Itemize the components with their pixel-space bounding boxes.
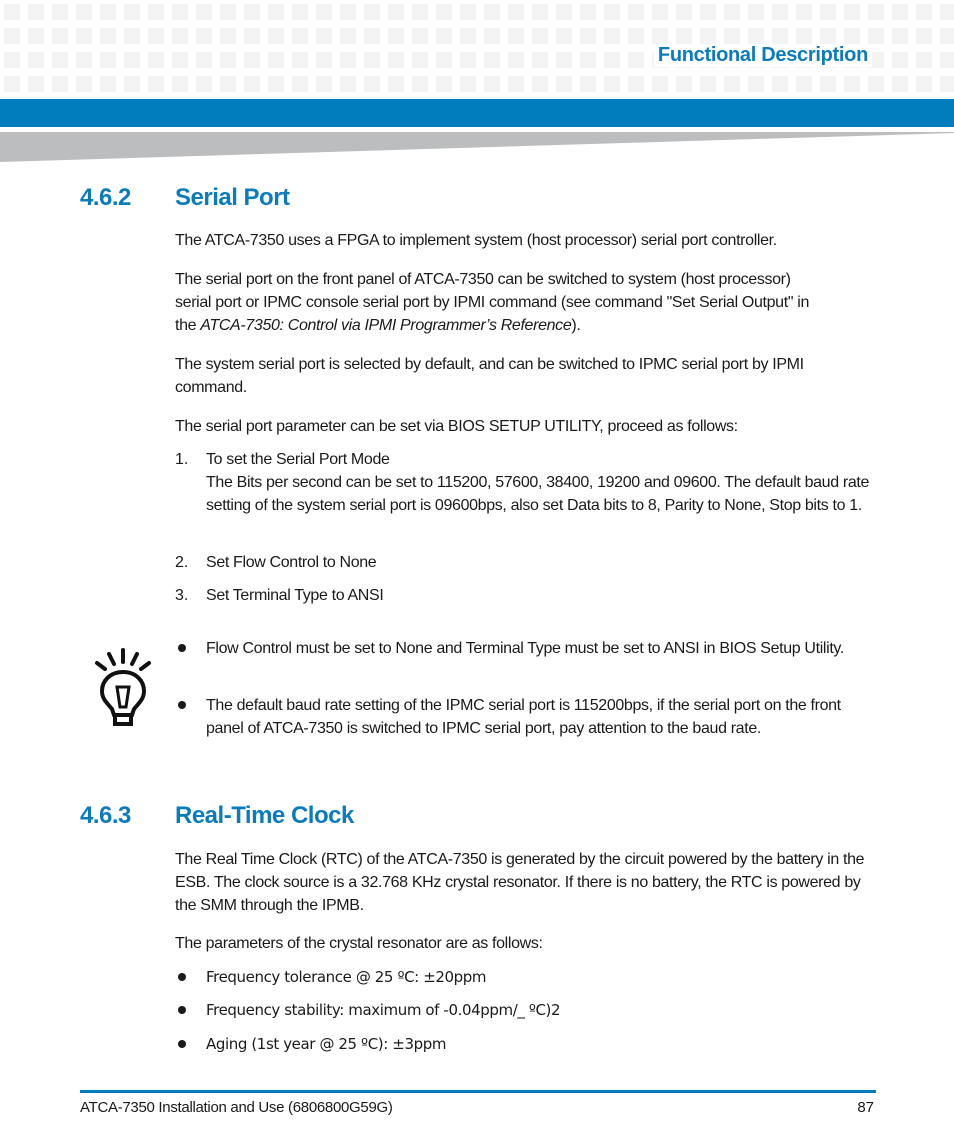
bullet-icon <box>178 973 186 981</box>
page-number: 87 <box>857 1099 874 1116</box>
paragraph-line: the <box>175 317 201 334</box>
paragraph: The Real Time Clock (RTC) of the ATCA-73… <box>175 851 865 914</box>
bullet-icon <box>178 1006 186 1014</box>
paragraph: The system serial port is selected by de… <box>175 356 804 396</box>
parameter-bullet: Frequency stability: maximum of -0.04ppm… <box>206 1001 561 1019</box>
section-heading-real-time-clock: 4.6.3 Real-Time Clock <box>80 802 354 830</box>
section-number: 4.6.2 <box>80 184 131 211</box>
paragraph: The ATCA-7350 uses a FPGA to implement s… <box>175 232 777 249</box>
step-number: 3. <box>175 587 189 604</box>
tip-bullet: Flow Control must be set to None and Ter… <box>206 640 844 657</box>
paragraph-line: serial port or IPMC console serial port … <box>175 294 809 311</box>
parameter-bullet: Aging (1st year @ 25 ºC): ±3ppm <box>206 1035 447 1053</box>
reference-title: ATCA-7350: Control via IPMI Programmer’s… <box>200 317 572 334</box>
step-title: Set Terminal Type to ANSI <box>206 587 384 604</box>
chapter-title: Functional Description <box>653 44 872 67</box>
step-detail: The Bits per second can be set to 115200… <box>206 474 870 514</box>
step-item: To set the Serial Port Mode The Bits per… <box>206 448 876 517</box>
section-heading-serial-port: 4.6.2 Serial Port <box>80 184 290 212</box>
bullet-icon <box>178 644 186 652</box>
lightbulb-icon <box>95 648 151 726</box>
step-title: Set Flow Control to None <box>206 554 377 571</box>
footer-rule <box>80 1090 876 1093</box>
section-title: Serial Port <box>175 184 290 211</box>
paragraph: The serial port on the front panel of AT… <box>175 268 875 337</box>
parameter-bullet: Frequency tolerance @ 25 ºC: ±20ppm <box>206 968 487 986</box>
step-title: To set the Serial Port Mode <box>206 451 390 468</box>
step-number: 1. <box>175 451 189 468</box>
tip-bullet: The default baud rate setting of the IPM… <box>206 697 841 737</box>
step-number: 2. <box>175 554 189 571</box>
footer-document-title: ATCA-7350 Installation and Use (6806800G… <box>80 1099 393 1116</box>
header-blue-band <box>0 99 954 127</box>
bullet-icon <box>178 701 186 709</box>
paragraph: The serial port parameter can be set via… <box>175 418 738 435</box>
bullet-icon <box>178 1040 186 1048</box>
paragraph: The parameters of the crystal resonator … <box>175 935 543 952</box>
section-number: 4.6.3 <box>80 802 131 829</box>
header-gray-wedge <box>0 132 954 162</box>
section-title: Real-Time Clock <box>175 802 354 829</box>
paragraph-line: The serial port on the front panel of AT… <box>175 271 791 288</box>
paragraph-line: ). <box>571 317 581 334</box>
